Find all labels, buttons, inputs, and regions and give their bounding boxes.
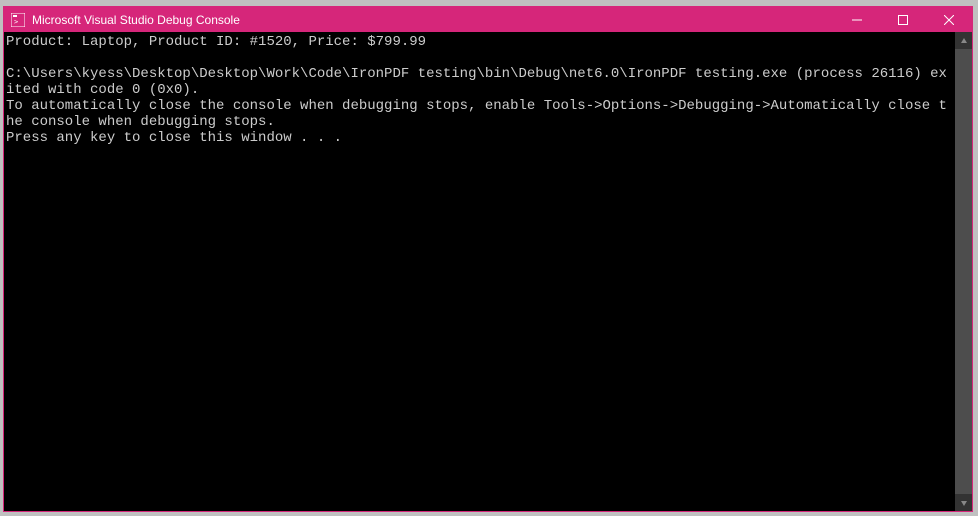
scroll-track[interactable] bbox=[955, 49, 972, 494]
close-button[interactable] bbox=[926, 7, 972, 32]
window-controls bbox=[834, 7, 972, 32]
app-icon: > bbox=[10, 12, 26, 28]
minimize-button[interactable] bbox=[834, 7, 880, 32]
vertical-scrollbar[interactable] bbox=[955, 32, 972, 511]
scroll-up-button[interactable] bbox=[955, 32, 972, 49]
output-line: Product: Laptop, Product ID: #1520, Pric… bbox=[6, 34, 426, 50]
output-line: To automatically close the console when … bbox=[6, 98, 947, 130]
output-line: C:\Users\kyess\Desktop\Desktop\Work\Code… bbox=[6, 66, 947, 98]
scroll-down-button[interactable] bbox=[955, 494, 972, 511]
output-line: Press any key to close this window . . . bbox=[6, 130, 342, 146]
console-output[interactable]: Product: Laptop, Product ID: #1520, Pric… bbox=[4, 32, 955, 511]
console-window: > Microsoft Visual Studio Debug Console … bbox=[3, 6, 973, 512]
svg-text:>: > bbox=[14, 18, 18, 26]
titlebar[interactable]: > Microsoft Visual Studio Debug Console bbox=[4, 7, 972, 32]
maximize-button[interactable] bbox=[880, 7, 926, 32]
content-area: Product: Laptop, Product ID: #1520, Pric… bbox=[4, 32, 972, 511]
window-title: Microsoft Visual Studio Debug Console bbox=[32, 13, 834, 27]
scroll-thumb[interactable] bbox=[955, 49, 972, 494]
